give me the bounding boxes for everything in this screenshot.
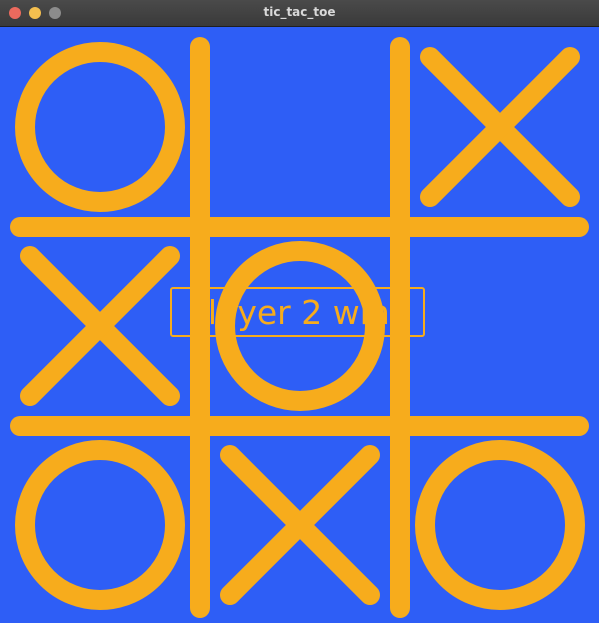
cell-r2-c3[interactable] bbox=[405, 231, 595, 421]
cell-r3-c3[interactable] bbox=[405, 430, 595, 620]
title-bar: tic_tac_toe bbox=[0, 0, 599, 27]
window-title: tic_tac_toe bbox=[263, 5, 336, 19]
cell-r1-c2[interactable] bbox=[205, 32, 395, 222]
app-window: tic_tac_toe Player 2 wins bbox=[0, 0, 599, 623]
cell-r3-c1[interactable] bbox=[5, 430, 195, 620]
game-canvas[interactable]: Player 2 wins bbox=[0, 27, 599, 623]
winner-banner: Player 2 wins bbox=[170, 287, 425, 337]
cell-r1-c3[interactable] bbox=[405, 32, 595, 222]
cell-r3-c2[interactable] bbox=[205, 430, 395, 620]
cell-r1-c1[interactable] bbox=[5, 32, 195, 222]
cell-r2-c1[interactable] bbox=[5, 231, 195, 421]
